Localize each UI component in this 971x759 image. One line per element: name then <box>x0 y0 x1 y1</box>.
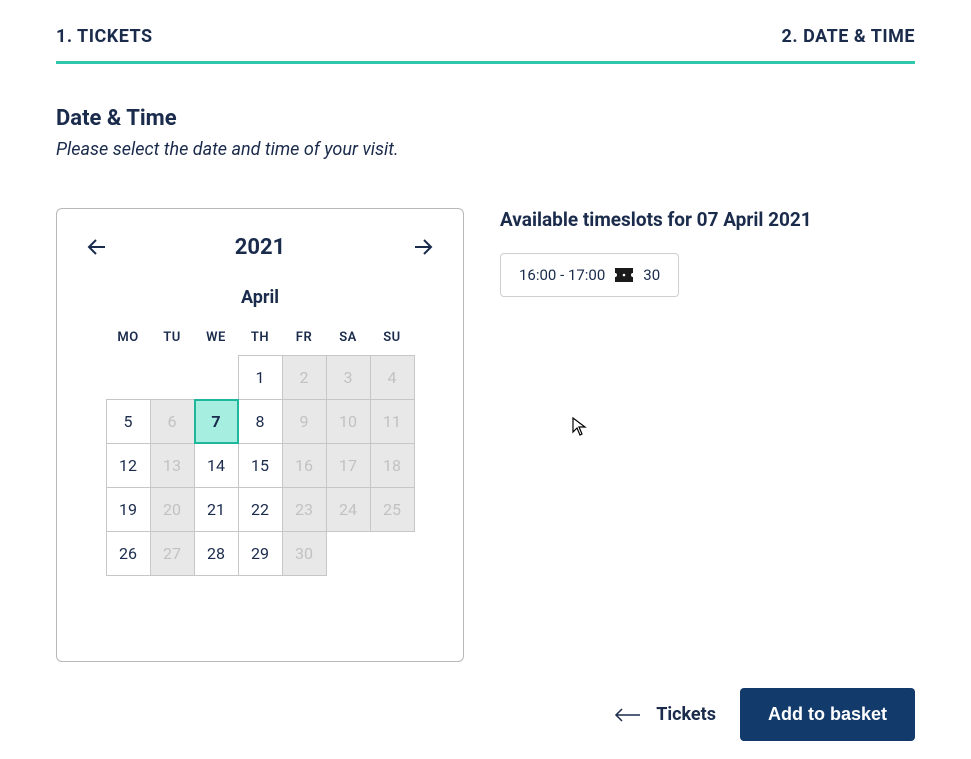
calendar: 2021 April MOTUWETHFRSASU 12345678910111… <box>56 208 464 662</box>
calendar-empty-cell <box>106 355 151 400</box>
calendar-day: 27 <box>150 531 195 576</box>
tab-tickets[interactable]: 1. TICKETS <box>56 26 153 47</box>
calendar-day: 10 <box>326 399 371 444</box>
calendar-month: April <box>83 287 437 308</box>
calendar-day[interactable]: 8 <box>238 399 283 444</box>
calendar-day[interactable]: 12 <box>106 443 151 488</box>
calendar-day: 24 <box>326 487 371 532</box>
calendar-day: 9 <box>282 399 327 444</box>
timeslot-range: 16:00 - 17:00 <box>519 266 605 284</box>
timeslot-option[interactable]: 16:00 - 17:00 30 <box>500 253 679 297</box>
calendar-day: 3 <box>326 355 371 400</box>
calendar-day: 4 <box>370 355 415 400</box>
page-title: Date & Time <box>56 106 915 131</box>
timeslots-heading: Available timeslots for 07 April 2021 <box>500 208 915 231</box>
calendar-day[interactable]: 28 <box>194 531 239 576</box>
calendar-day[interactable]: 15 <box>238 443 283 488</box>
step-tabs: 1. TICKETS 2. DATE & TIME <box>56 26 915 64</box>
calendar-day: 23 <box>282 487 327 532</box>
calendar-day: 16 <box>282 443 327 488</box>
calendar-day: 18 <box>370 443 415 488</box>
calendar-empty-cell <box>194 355 239 400</box>
calendar-day: 17 <box>326 443 371 488</box>
calendar-day[interactable]: 22 <box>238 487 283 532</box>
timeslot-count: 30 <box>643 266 660 284</box>
calendar-day[interactable]: 7 <box>194 399 239 444</box>
calendar-year: 2021 <box>235 235 286 260</box>
calendar-day[interactable]: 1 <box>238 355 283 400</box>
weekday-label: SA <box>326 330 370 345</box>
calendar-day: 20 <box>150 487 195 532</box>
weekday-label: TU <box>150 330 194 345</box>
calendar-day[interactable]: 26 <box>106 531 151 576</box>
add-to-basket-button[interactable]: Add to basket <box>740 688 915 741</box>
calendar-day: 25 <box>370 487 415 532</box>
tab-datetime[interactable]: 2. DATE & TIME <box>782 26 915 47</box>
calendar-day: 13 <box>150 443 195 488</box>
calendar-day[interactable]: 29 <box>238 531 283 576</box>
calendar-day: 11 <box>370 399 415 444</box>
weekday-label: TH <box>238 330 282 345</box>
calendar-day[interactable]: 21 <box>194 487 239 532</box>
ticket-icon <box>615 268 633 282</box>
prev-month-button[interactable] <box>83 233 111 261</box>
back-link-label: Tickets <box>656 704 716 725</box>
calendar-day[interactable]: 19 <box>106 487 151 532</box>
calendar-empty-cell <box>150 355 195 400</box>
weekday-label: FR <box>282 330 326 345</box>
weekday-label: WE <box>194 330 238 345</box>
page-subtitle: Please select the date and time of your … <box>56 139 915 160</box>
next-month-button[interactable] <box>409 233 437 261</box>
back-to-tickets-link[interactable]: Tickets <box>614 704 716 725</box>
weekday-label: SU <box>370 330 414 345</box>
calendar-day: 2 <box>282 355 327 400</box>
calendar-day[interactable]: 14 <box>194 443 239 488</box>
calendar-day[interactable]: 5 <box>106 399 151 444</box>
calendar-day: 30 <box>282 531 327 576</box>
calendar-day: 6 <box>150 399 195 444</box>
weekday-label: MO <box>106 330 150 345</box>
